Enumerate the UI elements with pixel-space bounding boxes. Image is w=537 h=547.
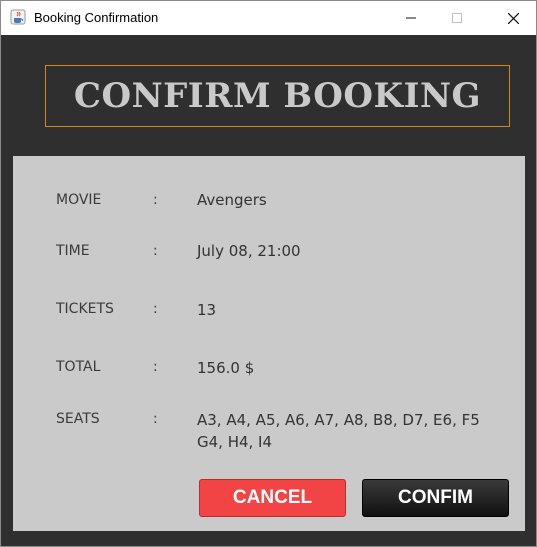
java-cup-icon [10, 9, 26, 25]
total-label: TOTAL [56, 359, 101, 375]
tickets-value: 13 [197, 301, 217, 319]
minimize-icon [406, 17, 416, 19]
page-title: CONFIRM BOOKING [73, 76, 482, 116]
total-colon: : [153, 359, 158, 375]
tickets-label: TICKETS [56, 301, 114, 317]
movie-colon: : [153, 192, 158, 208]
close-button[interactable] [490, 1, 536, 35]
movie-label: MOVIE [56, 192, 102, 208]
title-frame: CONFIRM BOOKING [45, 65, 510, 127]
movie-value: Avengers [197, 191, 267, 209]
seats-colon: : [153, 411, 158, 427]
seats-value-line2: G4, H4, I4 [197, 433, 273, 451]
maximize-icon [452, 13, 462, 23]
cancel-button[interactable]: CANCEL [199, 479, 346, 517]
confirm-button[interactable]: CONFIM [362, 479, 509, 517]
maximize-button[interactable] [434, 1, 480, 35]
title-bar[interactable]: Booking Confirmation [1, 1, 536, 35]
time-colon: : [153, 243, 158, 259]
booking-details-panel: MOVIE : Avengers TIME : July 08, 21:00 T… [13, 156, 525, 531]
window-title: Booking Confirmation [34, 10, 159, 25]
header-panel: CONFIRM BOOKING [7, 36, 530, 154]
total-value: 156.0 $ [197, 359, 255, 377]
minimize-button[interactable] [388, 1, 434, 35]
time-value: July 08, 21:00 [197, 242, 301, 260]
seats-label: SEATS [56, 411, 100, 427]
tickets-colon: : [153, 301, 158, 317]
booking-confirmation-window: Booking Confirmation CONFIRM BOOKING MOV… [0, 0, 537, 547]
seats-value-line1: A3, A4, A5, A6, A7, A8, B8, D7, E6, F5 [197, 411, 480, 429]
time-label: TIME [56, 243, 90, 259]
close-icon [507, 12, 519, 24]
